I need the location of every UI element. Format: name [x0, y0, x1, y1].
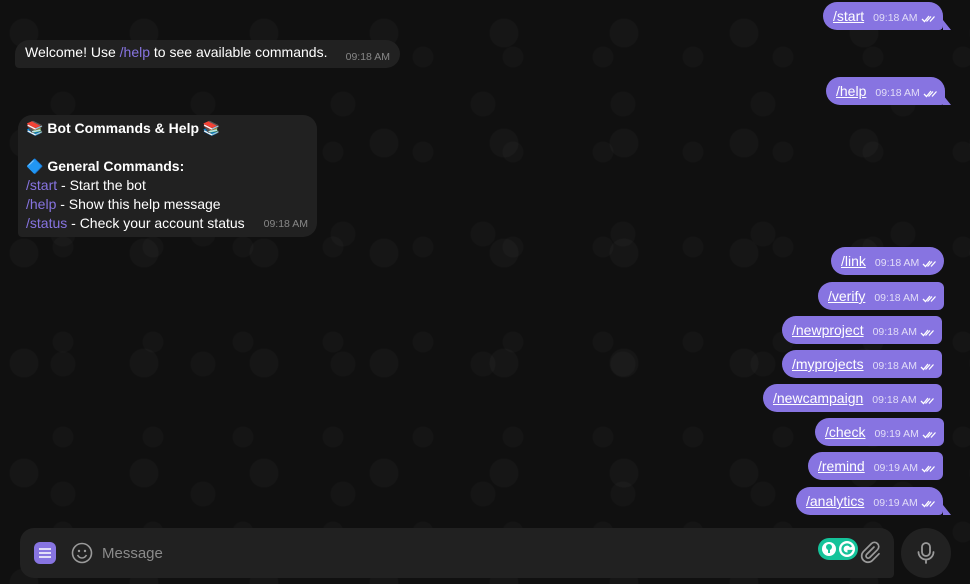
command-link[interactable]: /verify — [828, 288, 865, 304]
command-description: - Start the bot — [57, 177, 146, 193]
smile-icon — [71, 542, 93, 564]
message-time: 09:18 AM — [872, 326, 917, 338]
command-link[interactable]: /status — [26, 215, 67, 231]
read-ticks-icon — [920, 358, 934, 374]
bubble-tail — [943, 20, 951, 30]
emoji-button[interactable] — [70, 541, 94, 565]
command-link[interactable]: /start — [833, 8, 864, 24]
outgoing-message[interactable]: /verify 09:18 AM — [818, 282, 944, 310]
outgoing-message[interactable]: /start 09:18 AM — [823, 2, 943, 30]
outgoing-message[interactable]: /remind 09:19 AM — [808, 452, 944, 480]
read-ticks-icon — [922, 255, 937, 271]
voice-record-button[interactable] — [901, 528, 951, 578]
message-input[interactable] — [102, 538, 802, 568]
read-ticks-icon — [921, 495, 935, 511]
books-icon: 📚 — [26, 120, 44, 136]
outgoing-message[interactable]: /analytics 09:19 AM — [796, 487, 943, 515]
message-time: 09:18 AM — [874, 292, 919, 304]
command-link[interactable]: /remind — [818, 458, 865, 474]
help-command-line: /start - Start the bot — [26, 176, 309, 195]
help-command-line: /help - Show this help message — [26, 195, 309, 214]
message-time: 09:18 AM — [874, 257, 920, 269]
outgoing-message[interactable]: /newproject 09:18 AM — [782, 316, 942, 344]
incoming-message[interactable]: Welcome! Use /help to see available comm… — [15, 40, 400, 68]
command-link[interactable]: /check — [825, 424, 865, 440]
books-icon: 📚 — [202, 120, 221, 136]
command-link[interactable]: /start — [26, 177, 57, 193]
read-ticks-icon — [920, 392, 934, 408]
message-time: 09:19 AM — [873, 497, 918, 509]
bubble-tail — [943, 505, 951, 515]
message-time: 09:18 AM — [875, 87, 920, 99]
read-ticks-icon — [922, 290, 936, 306]
read-ticks-icon — [921, 10, 935, 26]
message-time: 09:18 AM — [263, 218, 308, 230]
help-title: Bot Commands & Help — [47, 120, 200, 136]
command-description: - Check your account status — [67, 215, 245, 231]
read-ticks-icon — [923, 85, 937, 101]
grammarly-icon[interactable] — [818, 538, 858, 560]
diamond-icon: 🔷 — [26, 158, 44, 174]
message-time: 09:18 AM — [345, 51, 390, 63]
message-text: to see available commands. — [150, 44, 328, 60]
microphone-icon — [917, 542, 935, 564]
outgoing-message[interactable]: /check 09:19 AM — [815, 418, 944, 446]
message-time: 09:18 AM — [872, 360, 917, 372]
read-ticks-icon — [920, 324, 934, 340]
attach-button[interactable] — [858, 540, 882, 566]
chat-area: /start 09:18 AM Welcome! Use /help to se… — [0, 0, 970, 584]
help-section-title: General Commands: — [47, 158, 185, 174]
command-link[interactable]: /help — [26, 196, 56, 212]
message-text: Welcome! Use — [25, 44, 120, 60]
menu-icon — [39, 548, 51, 558]
message-time: 09:18 AM — [873, 12, 918, 24]
command-link[interactable]: /newproject — [792, 322, 864, 338]
outgoing-message[interactable]: /help 09:18 AM — [826, 77, 945, 105]
command-link[interactable]: /link — [841, 253, 866, 269]
outgoing-message[interactable]: /link 09:18 AM — [831, 247, 945, 275]
read-ticks-icon — [922, 426, 936, 442]
command-link[interactable]: /analytics — [806, 493, 864, 509]
command-link[interactable]: /help — [120, 44, 150, 60]
read-ticks-icon — [921, 460, 936, 476]
help-title-line: 📚 Bot Commands & Help 📚 — [26, 119, 309, 138]
message-time: 09:19 AM — [873, 462, 919, 474]
command-description: - Show this help message — [56, 196, 221, 212]
command-link[interactable]: /newcampaign — [773, 390, 863, 406]
command-link[interactable]: /help — [836, 83, 866, 99]
message-time: 09:19 AM — [874, 428, 919, 440]
command-link[interactable]: /myprojects — [792, 356, 864, 372]
help-section-line: 🔷 General Commands: — [26, 157, 309, 176]
paperclip-icon — [860, 541, 880, 564]
message-time: 09:18 AM — [872, 394, 917, 406]
outgoing-message[interactable]: /newcampaign 09:18 AM — [763, 384, 942, 412]
message-composer — [20, 528, 894, 578]
incoming-help-message[interactable]: 📚 Bot Commands & Help 📚 🔷 General Comman… — [18, 115, 317, 237]
bot-menu-button[interactable] — [34, 542, 56, 564]
outgoing-message[interactable]: /myprojects 09:18 AM — [782, 350, 942, 378]
